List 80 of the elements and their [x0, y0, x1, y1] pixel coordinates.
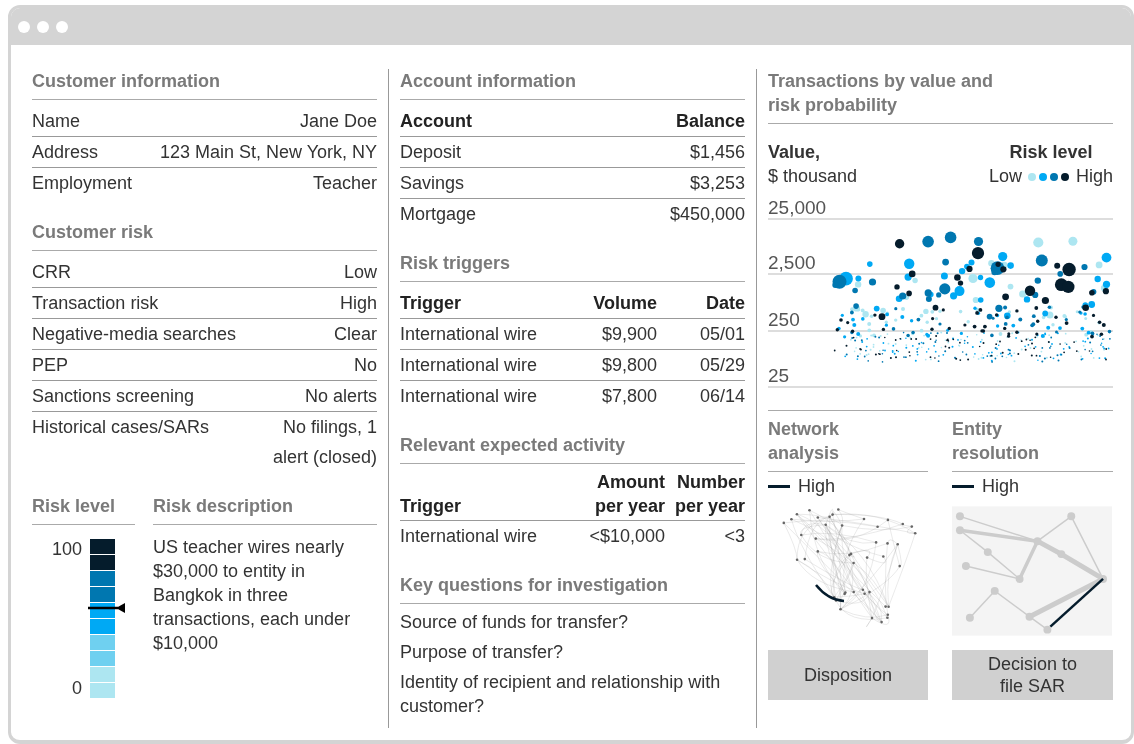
- section-heading: Risk description: [153, 494, 377, 525]
- section-heading: Account information: [400, 69, 745, 100]
- field-value: No filings, 1 alert (closed): [271, 416, 377, 469]
- axis-unit: $ thousand: [768, 165, 858, 188]
- field-label: Address: [32, 141, 99, 164]
- scale-label: 100: [50, 539, 82, 560]
- column-header: Balance: [669, 106, 745, 137]
- question-item: Source of funds for transfer?: [400, 611, 630, 634]
- table-cell-text: $1,456: [688, 141, 745, 164]
- legend-line-icon: [952, 484, 974, 488]
- section-heading: Network analysis: [768, 417, 928, 472]
- section-heading: Customer information: [32, 69, 377, 100]
- action-button[interactable]: Disposition: [768, 650, 928, 700]
- field-value: No alerts: [304, 385, 377, 408]
- field-value: 123 Main St, New York, NY: [159, 141, 377, 164]
- window-control-icon[interactable]: [37, 20, 49, 33]
- field-label: Name: [32, 110, 80, 133]
- field-label: PEP: [32, 354, 69, 377]
- table-cell-text: International wire: [400, 525, 539, 548]
- section-heading: Key questions for investigation: [400, 573, 745, 604]
- column-header: Trigger: [400, 494, 577, 521]
- legend-dots-icon: [1026, 172, 1071, 183]
- axis-label: 250: [768, 309, 800, 330]
- table-cell: 06/14: [657, 380, 745, 411]
- table-cell-text: International wire: [400, 323, 539, 346]
- question-item: Identity of recipient and relationship with customer?: [400, 671, 722, 718]
- legend-label: High: [798, 475, 836, 498]
- section-heading: Entity resolution: [952, 417, 1113, 472]
- field-label: Historical cases/SARs: [32, 416, 210, 439]
- table-cell: Mortgage: [400, 198, 670, 229]
- section-heading: Risk level: [32, 494, 135, 525]
- field-value: High: [339, 292, 377, 315]
- field-value: No: [354, 354, 377, 377]
- column-header: Date: [657, 288, 745, 319]
- table-cell-text: <$10,000: [588, 525, 665, 548]
- field-value: Jane Doe: [299, 110, 377, 133]
- table-cell-text: $9,900: [600, 323, 657, 346]
- table-cell-text: <3: [723, 525, 745, 548]
- table-cell: $450,000: [669, 198, 745, 229]
- column-header: Trigger: [400, 288, 567, 319]
- field-label: Negative-media searches: [32, 323, 237, 346]
- scale-label: 0: [71, 678, 82, 699]
- column-header: Volume: [567, 288, 657, 319]
- legend-label: High: [1075, 166, 1113, 186]
- table-cell: $7,800: [567, 380, 657, 411]
- legend-label: High: [982, 475, 1020, 498]
- column-header: Amount per year: [577, 470, 665, 521]
- section-heading: Risk triggers: [400, 251, 745, 282]
- question-item: Purpose of transfer?: [400, 641, 565, 664]
- risk-description: US teacher wires nearly $30,000 to entity in Bangkok in three transactions, each under $10,000: [153, 536, 352, 655]
- table-cell: Savings: [400, 167, 670, 198]
- window-control-icon[interactable]: [56, 20, 68, 33]
- field-label: CRR: [32, 261, 71, 284]
- table-cell-text: Deposit: [400, 141, 463, 164]
- legend-line-icon: [768, 484, 790, 488]
- axis-label: 2,500: [768, 252, 816, 273]
- action-button[interactable]: Decision to file SAR: [952, 650, 1113, 700]
- table-cell-text: 05/01: [698, 323, 745, 346]
- field-value: Low: [343, 261, 377, 284]
- field-value: Teacher: [312, 172, 377, 195]
- section-heading: Relevant expected activity: [400, 433, 745, 464]
- column-header: Account: [400, 106, 670, 137]
- axis-label: 25,000: [768, 197, 827, 218]
- window-control-icon[interactable]: [18, 20, 30, 33]
- legend-label: Low: [988, 166, 1022, 186]
- field-label: Sanctions screening: [32, 385, 195, 408]
- column-header: Number per year: [665, 470, 745, 521]
- axis-title: Value,: [768, 141, 822, 164]
- field-label: Employment: [32, 172, 133, 195]
- section-heading: Transactions by value and risk probability: [768, 69, 1113, 124]
- table-cell: 05/29: [657, 349, 745, 380]
- table-cell: International wire: [400, 349, 567, 380]
- field-label: Transaction risk: [32, 292, 159, 315]
- field-value: Clear: [334, 323, 377, 346]
- axis-label: 25: [768, 365, 790, 386]
- section-heading: Customer risk: [32, 220, 377, 251]
- table-cell: International wire: [400, 380, 567, 411]
- table-cell: $9,800: [567, 349, 657, 380]
- legend-title: Risk level: [1008, 141, 1094, 164]
- table-cell: $3,253: [669, 167, 745, 198]
